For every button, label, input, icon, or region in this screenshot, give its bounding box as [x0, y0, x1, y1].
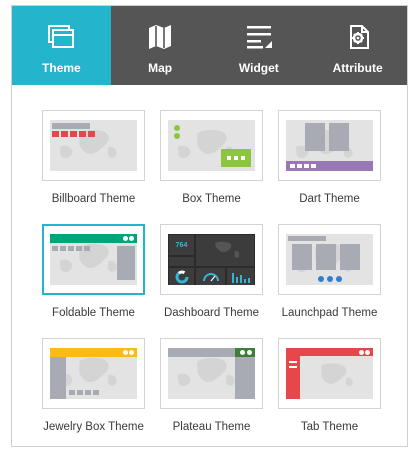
theme-thumbnail[interactable] — [42, 338, 145, 409]
tab-attribute[interactable]: Attribute — [308, 6, 407, 85]
theme-thumbnail[interactable] — [278, 338, 381, 409]
dashboard-value: 764 — [169, 235, 194, 255]
theme-thumbnail[interactable] — [278, 224, 381, 295]
theme-label: Jewelry Box Theme — [43, 421, 144, 433]
jewelry-box-preview — [50, 348, 137, 399]
theme-label: Dashboard Theme — [163, 307, 260, 319]
foldable-preview — [50, 234, 137, 285]
theme-card-foldable[interactable]: Foldable Theme — [36, 224, 151, 321]
theme-card-tab[interactable]: Tab Theme — [272, 338, 387, 435]
launchpad-preview — [286, 234, 373, 285]
tab-label: Map — [148, 61, 173, 75]
theme-label: Box Theme — [182, 193, 241, 205]
theme-panel: Theme Map Widget Attribute Billboard The… — [11, 5, 408, 447]
theme-icon — [47, 23, 75, 51]
theme-thumbnail[interactable] — [42, 110, 145, 181]
tab-theme[interactable]: Theme — [12, 6, 111, 85]
theme-thumbnail[interactable] — [42, 224, 145, 295]
theme-label: Billboard Theme — [51, 193, 136, 205]
theme-label: Dart Theme — [299, 193, 360, 205]
theme-label: Plateau Theme — [172, 421, 251, 433]
box-preview — [168, 120, 255, 171]
tab-map[interactable]: Map — [111, 6, 210, 85]
map-icon — [146, 23, 174, 51]
tab-label: Widget — [238, 61, 279, 75]
dart-preview — [286, 120, 373, 171]
theme-label: Launchpad Theme — [281, 307, 378, 319]
theme-card-jewelry-box[interactable]: Jewelry Box Theme — [36, 338, 151, 435]
tab-label: Theme — [42, 61, 81, 75]
theme-thumbnail[interactable] — [160, 338, 263, 409]
tab-preview — [286, 348, 373, 399]
theme-card-dashboard[interactable]: 764 Dashboard Theme — [154, 224, 269, 321]
theme-card-launchpad[interactable]: Launchpad Theme — [272, 224, 387, 321]
dashboard-preview: 764 — [168, 234, 255, 285]
tab-label: Attribute — [332, 61, 383, 75]
theme-label: Tab Theme — [300, 421, 359, 433]
theme-card-box[interactable]: Box Theme — [154, 110, 269, 207]
billboard-preview — [50, 120, 137, 171]
theme-card-plateau[interactable]: Plateau Theme — [154, 338, 269, 435]
tab-bar: Theme Map Widget Attribute — [12, 6, 407, 85]
theme-label: Foldable Theme — [52, 307, 135, 319]
theme-thumbnail[interactable]: 764 — [160, 224, 263, 295]
tab-widget[interactable]: Widget — [210, 6, 309, 85]
theme-thumbnail[interactable] — [278, 110, 381, 181]
attribute-icon — [344, 23, 372, 51]
theme-thumbnail[interactable] — [160, 110, 263, 181]
widget-icon — [245, 23, 273, 51]
theme-card-dart[interactable]: Dart Theme — [272, 110, 387, 207]
theme-card-billboard[interactable]: Billboard Theme — [36, 110, 151, 207]
plateau-preview — [168, 348, 255, 399]
